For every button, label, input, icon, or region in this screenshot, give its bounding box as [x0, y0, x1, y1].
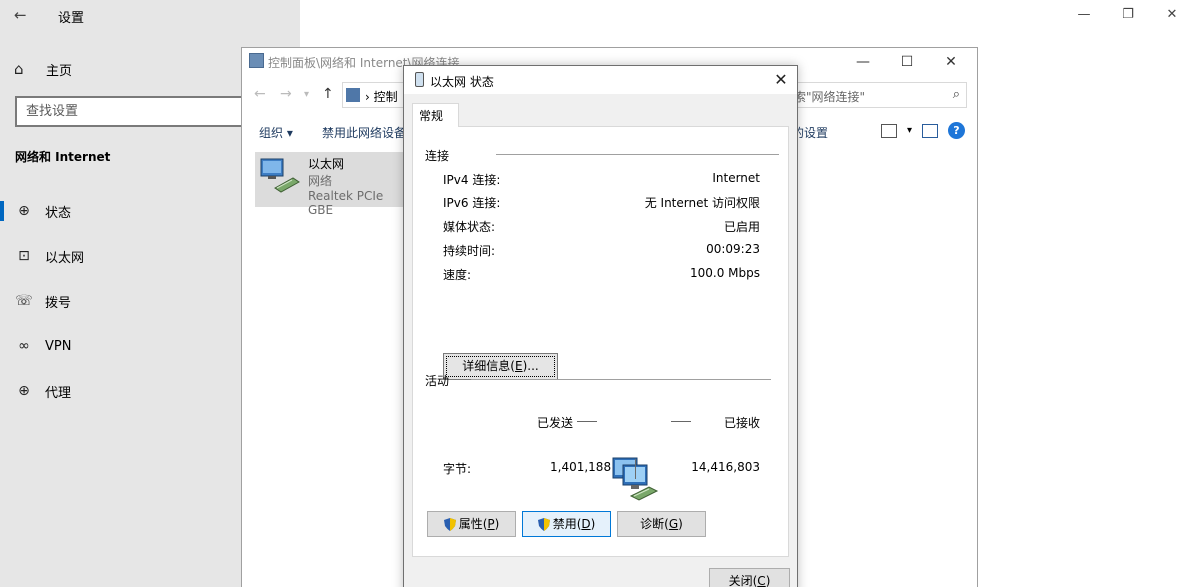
globe-icon: ⊕	[18, 203, 30, 219]
settings-window-controls: — ❐ ✕	[1062, 4, 1194, 26]
media-state-label: 媒体状态:	[443, 220, 496, 234]
ethernet-plug-icon	[415, 72, 424, 87]
dialog-title: 以太网 状态	[430, 75, 494, 89]
close-icon[interactable]: ✕	[769, 68, 793, 92]
activity-group-label: 活动	[425, 374, 450, 388]
sidebar-item-status[interactable]: ⊕ 状态	[14, 199, 71, 223]
ipv6-label: IPv6 连接:	[443, 196, 501, 210]
sidebar-item-home[interactable]: ⌂ 主页	[14, 58, 72, 80]
properties-button[interactable]: 属性(P)	[427, 511, 516, 537]
chevron-down-icon[interactable]: ▾	[304, 89, 309, 100]
control-panel-icon	[249, 53, 264, 68]
speed-value: 100.0 Mbps	[689, 266, 760, 280]
search-field[interactable]: 搜索"网络连接" ⌕	[777, 82, 967, 108]
proxy-globe-icon: ⊕	[18, 383, 30, 399]
dialup-icon: ☏	[15, 293, 33, 309]
search-icon: ⌕	[952, 87, 960, 102]
preview-pane-icon[interactable]	[922, 123, 938, 138]
duration-value: 00:09:23	[706, 242, 760, 256]
minimize-icon[interactable]: —	[1062, 4, 1106, 26]
window-controls: — ☐ ✕	[841, 50, 973, 74]
sidebar-item-vpn[interactable]: ∞ VPN	[14, 334, 71, 358]
disable-device-button[interactable]: 禁用此网络设备	[322, 124, 406, 141]
dialog-title-bar: 以太网 状态 ✕	[404, 66, 797, 94]
home-icon: ⌂	[14, 60, 24, 78]
bytes-label: 字节:	[443, 462, 472, 476]
ipv6-value: 无 Internet 访问权限	[644, 196, 760, 210]
forward-arrow-icon[interactable]: →	[280, 86, 292, 102]
sidebar-item-label: 代理	[45, 385, 72, 401]
ethernet-icon: ⊡	[18, 248, 30, 264]
speed-label: 速度:	[443, 268, 472, 282]
received-dash	[671, 421, 691, 422]
sent-label: 已发送	[537, 416, 574, 430]
sidebar-item-label: 拨号	[45, 295, 72, 311]
close-icon[interactable]: ✕	[1150, 4, 1194, 26]
diagnose-button[interactable]: 诊断(G)	[617, 511, 706, 537]
control-panel-icon	[346, 88, 360, 102]
adapter-item-ethernet[interactable]: 以太网 网络 Realtek PCIe GBE	[255, 152, 405, 217]
back-arrow-icon[interactable]: ←	[254, 86, 266, 102]
help-icon[interactable]: ?	[948, 122, 965, 139]
sidebar-item-ethernet[interactable]: ⊡ 以太网	[14, 244, 84, 268]
organize-menu[interactable]: 组织 ▾	[259, 124, 293, 141]
tab-general[interactable]: 常规	[412, 103, 459, 127]
uac-shield-icon	[537, 517, 550, 531]
uac-shield-icon	[443, 517, 456, 531]
ipv4-label: IPv4 连接:	[443, 173, 501, 187]
close-button[interactable]: 关闭(C)	[709, 568, 790, 587]
change-view-icon[interactable]	[880, 123, 897, 138]
sidebar-item-dialup[interactable]: ☏ 拨号	[14, 289, 71, 313]
sidebar-item-label: VPN	[45, 338, 72, 354]
sent-dash	[577, 421, 597, 422]
network-activity-icon	[612, 457, 659, 501]
settings-title: 设置	[58, 11, 85, 26]
media-state-value: 已启用	[723, 220, 760, 234]
sidebar-item-proxy[interactable]: ⊕ 代理	[14, 379, 71, 403]
selected-indicator	[0, 201, 4, 221]
section-title: 网络和 Internet	[15, 150, 111, 164]
ethernet-status-dialog: 以太网 状态 ✕ 常规 连接 IPv4 连接: Internet IPv6 连接…	[403, 65, 798, 587]
minimize-icon[interactable]: —	[841, 50, 885, 74]
bytes-received-value: 14,416,803	[691, 460, 760, 474]
view-controls: ▾ ?	[880, 122, 965, 139]
address-text: › 控制	[365, 90, 398, 104]
chevron-down-icon[interactable]: ▾	[907, 125, 912, 136]
details-button[interactable]: 详细信息(E)...	[443, 353, 558, 380]
disable-button[interactable]: 禁用(D)	[522, 511, 611, 537]
vpn-icon: ∞	[18, 338, 30, 354]
sidebar-item-label: 以太网	[45, 250, 85, 266]
duration-label: 持续时间:	[443, 244, 496, 258]
close-icon[interactable]: ✕	[929, 50, 973, 74]
group-divider	[496, 154, 779, 155]
adapter-name: 以太网	[308, 157, 345, 171]
bytes-separator	[635, 459, 636, 479]
ipv4-value: Internet	[712, 171, 760, 185]
sidebar-item-label: 主页	[46, 63, 73, 79]
network-adapter-icon	[260, 158, 300, 193]
bytes-sent-value: 1,401,188	[550, 460, 612, 474]
tab-panel: 连接 IPv4 连接: Internet IPv6 连接: 无 Internet…	[412, 126, 789, 557]
received-label: 已接收	[724, 416, 761, 430]
adapter-device: Realtek PCIe GBE	[308, 189, 384, 217]
connection-group-label: 连接	[425, 149, 450, 163]
address-field[interactable]: › 控制	[342, 82, 412, 108]
group-divider	[471, 379, 771, 380]
back-arrow-icon[interactable]: ←	[14, 6, 34, 24]
adapter-network: 网络	[308, 174, 333, 188]
sidebar-item-label: 状态	[45, 205, 72, 221]
maximize-icon[interactable]: ☐	[885, 50, 929, 74]
up-arrow-icon[interactable]: ↑	[322, 86, 334, 102]
restore-icon[interactable]: ❐	[1106, 4, 1150, 26]
